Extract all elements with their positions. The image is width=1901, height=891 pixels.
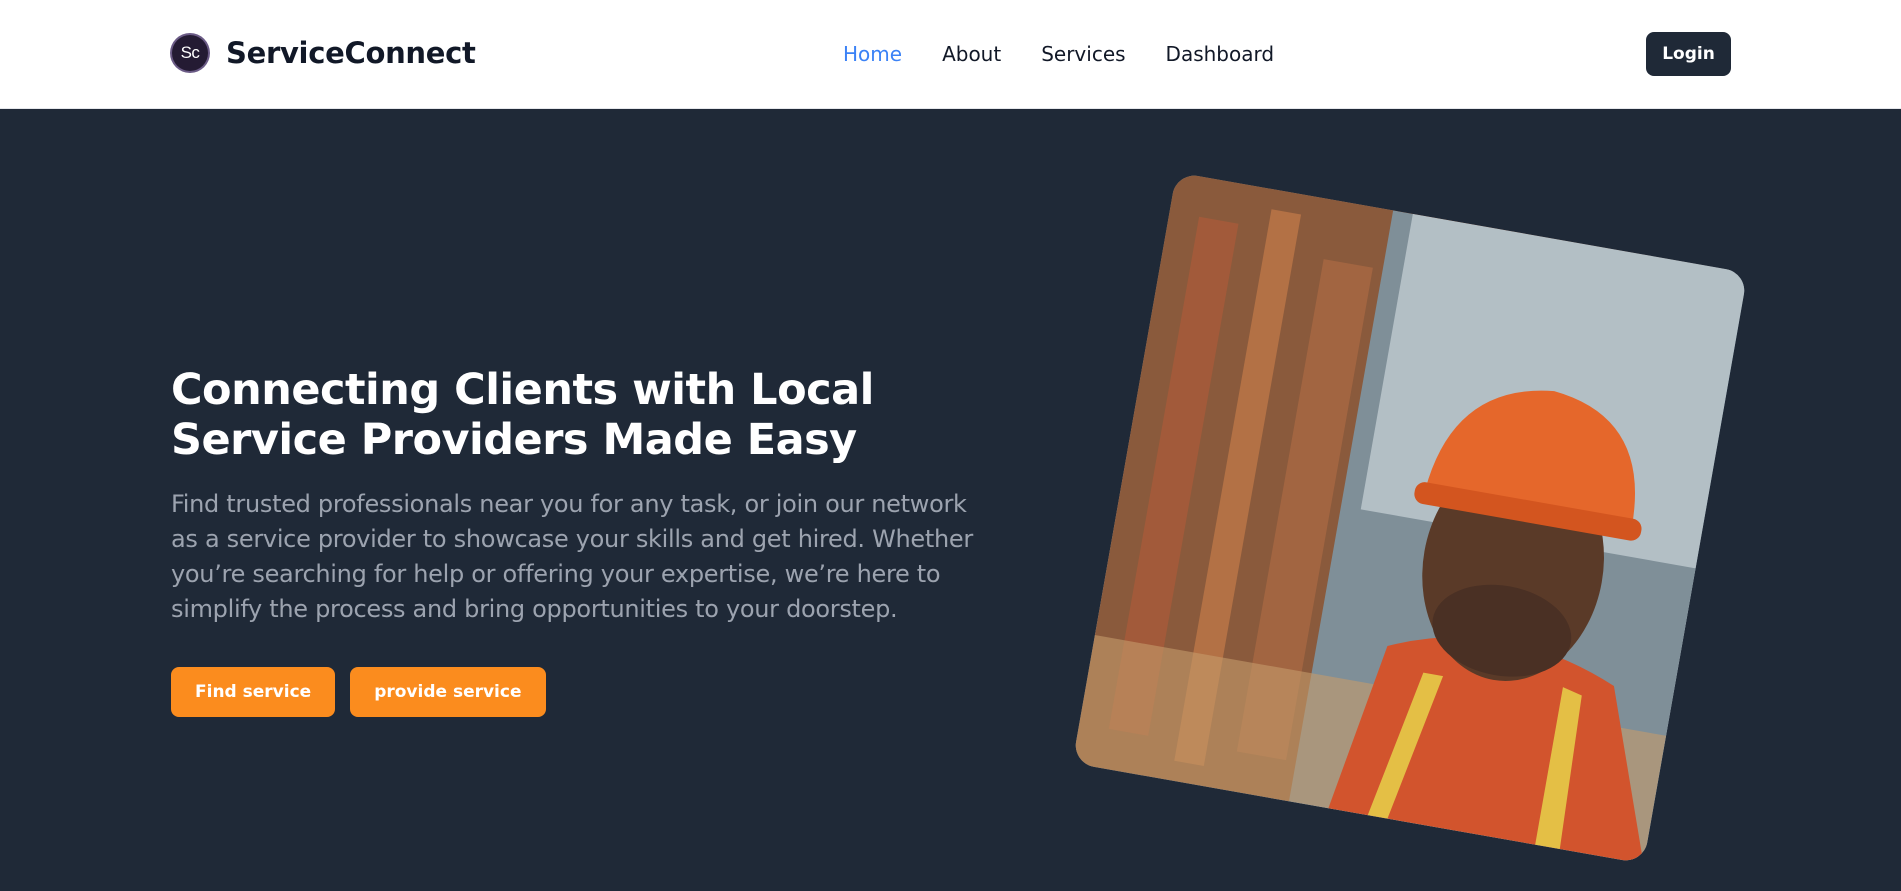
nav-home-link[interactable]: Home (843, 40, 902, 68)
nav-about-link[interactable]: About (942, 40, 1001, 68)
nav-dashboard-link[interactable]: Dashboard (1166, 40, 1275, 68)
top-navbar: Sc ServiceConnect Home About Services Da… (0, 0, 1901, 109)
brand-name: ServiceConnect (226, 36, 476, 70)
hero-cta-group: Find service provide service (171, 667, 546, 717)
nav-services-link[interactable]: Services (1041, 40, 1125, 68)
login-button[interactable]: Login (1646, 32, 1731, 76)
hero-photo (1072, 172, 1748, 864)
worker-photo-illustration (1072, 172, 1748, 864)
hero-description: Find trusted professionals near you for … (171, 490, 973, 623)
provide-service-button[interactable]: provide service (350, 667, 546, 717)
brand[interactable]: Sc ServiceConnect (172, 35, 476, 71)
main-nav: Home About Services Dashboard (843, 40, 1274, 68)
hero-title: Connecting Clients with Local Service Pr… (171, 365, 874, 465)
logo-icon: Sc (172, 35, 208, 71)
find-service-button[interactable]: Find service (171, 667, 336, 717)
hero-text-block: Connecting Clients with Local Service Pr… (171, 365, 991, 627)
